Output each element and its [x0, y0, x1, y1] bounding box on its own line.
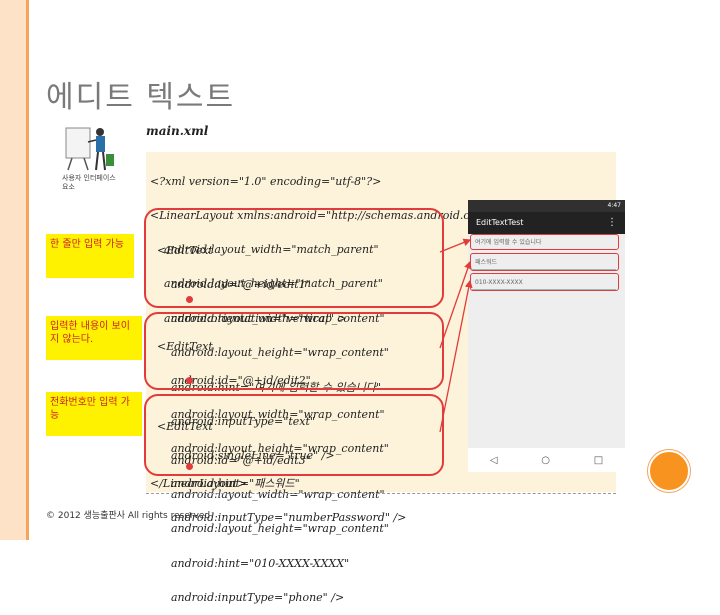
marker-dot	[186, 463, 193, 470]
decorative-circle	[648, 450, 690, 492]
home-icon[interactable]: ○	[541, 455, 550, 466]
author-caption: 사용자 인터페이스 요소	[62, 174, 116, 191]
back-icon[interactable]: ◁	[490, 455, 498, 466]
side-decoration	[0, 0, 26, 540]
recents-icon[interactable]: □	[594, 455, 603, 466]
highlight-field-1	[470, 234, 619, 250]
note-single-line: 한 줄만 입력 가능	[46, 234, 134, 278]
code-footer: </LinearLayout>	[150, 477, 247, 490]
code-line: android:hint="010-XXXX-XXXX"	[150, 556, 350, 570]
nav-bar: ◁ ○ □	[468, 448, 625, 472]
highlight-edit1	[144, 208, 444, 308]
code-line: <?xml version="1.0" encoding="utf-8"?>	[150, 174, 382, 188]
side-accent-line	[26, 0, 29, 540]
app-bar: EditTextTest ⋮	[468, 212, 625, 234]
note-phone: 전화번호만 입력 가능	[46, 392, 142, 436]
highlight-field-2	[470, 253, 619, 271]
overflow-menu-icon[interactable]: ⋮	[607, 212, 617, 234]
highlight-field-3	[470, 273, 619, 291]
divider	[146, 493, 616, 494]
slide-title: 에디트 텍스트	[46, 80, 236, 115]
marker-dot	[186, 296, 193, 303]
app-title: EditTextTest	[476, 218, 524, 227]
code-line: android:layout_width="wrap_content"	[150, 488, 385, 502]
status-time: 4:47	[607, 202, 621, 209]
footer-copyright: © 2012 생능출판사 All rights reserved	[46, 511, 211, 521]
note-password: 입력한 내용이 보이지 않는다.	[46, 316, 142, 360]
file-title: main.xml	[146, 124, 209, 138]
code-line: android:layout_height="wrap_content"	[150, 522, 389, 536]
status-bar: 4:47	[468, 200, 625, 212]
code-line: android:inputType="phone" />	[150, 590, 345, 604]
marker-dot	[186, 377, 193, 384]
person-at-easel-icon	[65, 127, 114, 171]
